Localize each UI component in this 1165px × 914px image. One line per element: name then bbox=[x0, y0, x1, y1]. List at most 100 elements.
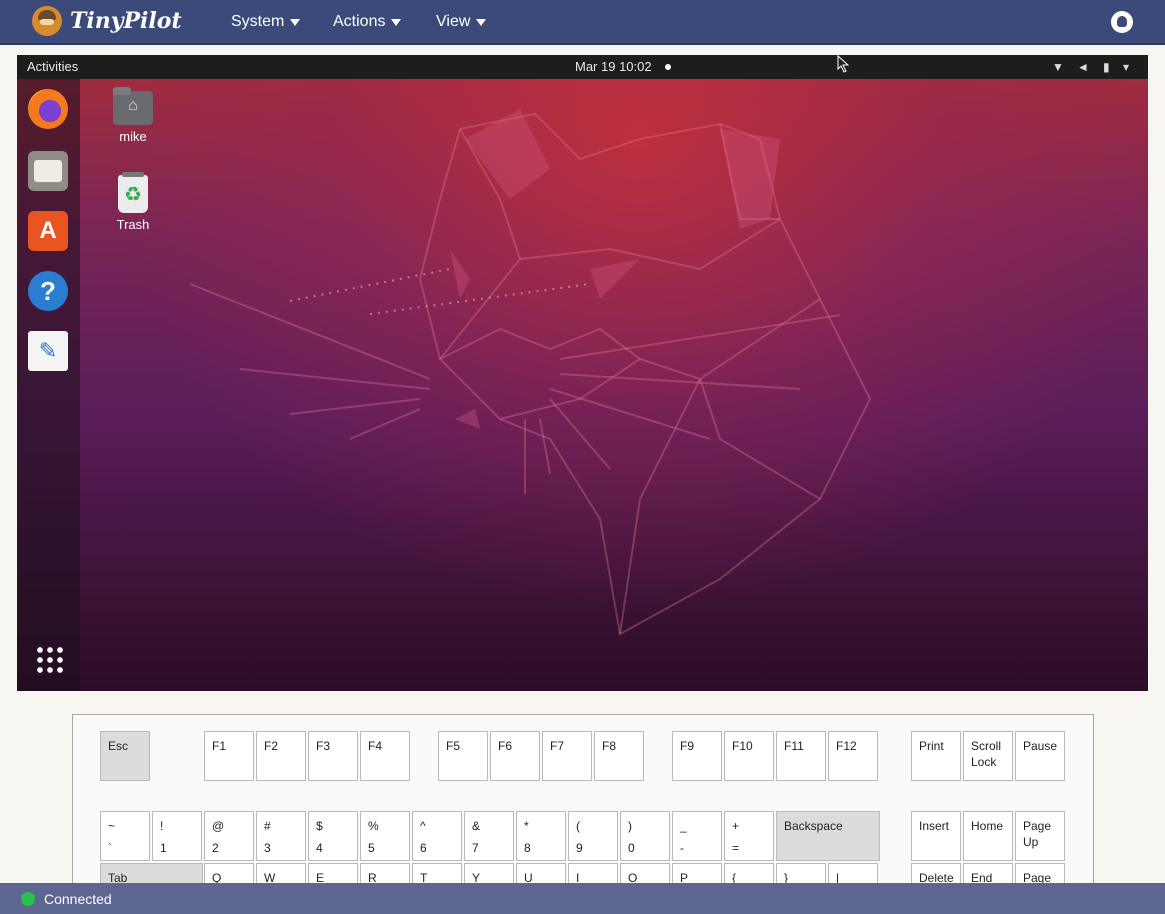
key-f5[interactable]: F5 bbox=[438, 731, 488, 781]
key-label-top: ^ bbox=[420, 819, 426, 833]
github-icon[interactable] bbox=[1111, 11, 1133, 33]
status-bar: Connected bbox=[0, 883, 1165, 914]
key-label-top: F7 bbox=[550, 739, 565, 753]
desktop-icon-label: mike bbox=[119, 129, 147, 144]
menu-view[interactable]: View bbox=[436, 13, 487, 31]
key-home[interactable]: Home bbox=[963, 811, 1013, 861]
key-4[interactable]: $4 bbox=[308, 811, 358, 861]
key-minus[interactable]: _ - bbox=[672, 811, 722, 861]
key-scroll-lock[interactable]: Scroll Lock bbox=[963, 731, 1013, 781]
key-f3[interactable]: F3 bbox=[308, 731, 358, 781]
key-print[interactable]: Print bbox=[911, 731, 961, 781]
key-f10[interactable]: F10 bbox=[724, 731, 774, 781]
key-label-top: Insert bbox=[919, 819, 950, 833]
caret-down-icon bbox=[476, 18, 487, 26]
wifi-icon[interactable]: ▼ bbox=[1052, 60, 1064, 74]
key-label-top: F2 bbox=[264, 739, 279, 753]
key-equals[interactable]: + = bbox=[724, 811, 774, 861]
key-label-top: F12 bbox=[836, 739, 857, 753]
key-8[interactable]: * 8 bbox=[516, 811, 566, 861]
key-0[interactable]: ) 0 bbox=[620, 811, 670, 861]
menu-system[interactable]: System bbox=[231, 13, 301, 31]
key-label-top: Scroll bbox=[971, 739, 1002, 753]
notification-dot-icon bbox=[665, 64, 671, 70]
key-pause[interactable]: Pause bbox=[1015, 731, 1065, 781]
key-label-top: Esc bbox=[108, 739, 129, 753]
activities-button[interactable]: Activities bbox=[27, 59, 78, 74]
top-navbar: TinyPilot System Actions View bbox=[0, 0, 1165, 45]
key-insert[interactable]: Insert bbox=[911, 811, 961, 861]
wallpaper-cat-art bbox=[189, 109, 872, 636]
key-page-up[interactable]: Page Up bbox=[1015, 811, 1065, 861]
key-label-top: F3 bbox=[316, 739, 331, 753]
key-label-top: + bbox=[732, 819, 740, 833]
key-label-bottom: 4 bbox=[316, 841, 323, 855]
key-label-bottom: 6 bbox=[420, 841, 427, 855]
key-f4[interactable]: F4 bbox=[360, 731, 410, 781]
key-label-top: _ bbox=[680, 819, 687, 833]
menu-actions[interactable]: Actions bbox=[333, 13, 402, 31]
key-f12[interactable]: F12 bbox=[828, 731, 878, 781]
key-3[interactable]: #3 bbox=[256, 811, 306, 861]
menu-view-label: View bbox=[436, 13, 471, 30]
connection-status-icon bbox=[21, 892, 35, 906]
key-9[interactable]: (9 bbox=[568, 811, 618, 861]
volume-icon[interactable]: ◄ bbox=[1077, 60, 1089, 74]
desktop-icon-home[interactable]: mike bbox=[98, 87, 168, 144]
key-5[interactable]: % 5 bbox=[360, 811, 410, 861]
software-icon[interactable]: A bbox=[28, 211, 68, 251]
clock-label[interactable]: Mar 19 10:02 bbox=[575, 59, 652, 74]
key-f6[interactable]: F6 bbox=[490, 731, 540, 781]
key-label-top: ! bbox=[160, 819, 164, 833]
app-name: TinyPilot bbox=[70, 8, 182, 34]
files-icon[interactable] bbox=[28, 151, 68, 191]
battery-icon[interactable]: ▮ bbox=[1103, 60, 1110, 74]
key-2[interactable]: @2 bbox=[204, 811, 254, 861]
key-label-top: % bbox=[368, 819, 379, 833]
key-label-bottom: 9 bbox=[576, 841, 583, 855]
key-6[interactable]: ^ 6 bbox=[412, 811, 462, 861]
key-label-bottom: Up bbox=[1023, 835, 1039, 849]
key-label-top: F11 bbox=[784, 739, 804, 753]
key-label-top: F1 bbox=[212, 739, 227, 753]
system-menu-icon[interactable]: ▾ bbox=[1123, 60, 1129, 74]
key-label-bottom: Lock bbox=[971, 755, 997, 769]
help-icon[interactable]: ? bbox=[28, 271, 68, 311]
key-esc[interactable]: Esc bbox=[100, 731, 150, 781]
ubuntu-dock: A ? ✎ bbox=[17, 79, 80, 691]
caret-down-icon bbox=[290, 18, 301, 26]
firefox-icon[interactable] bbox=[28, 89, 68, 129]
key-label-bottom: 8 bbox=[524, 841, 531, 855]
key-1[interactable]: ! 1 bbox=[152, 811, 202, 861]
key-label-bottom: - bbox=[680, 841, 684, 855]
key-label-top: # bbox=[264, 819, 271, 833]
text-editor-icon[interactable]: ✎ bbox=[28, 331, 68, 371]
key-f8[interactable]: F8 bbox=[594, 731, 644, 781]
key-label-top: Backspace bbox=[784, 819, 843, 833]
key-label-top: Pause bbox=[1023, 739, 1058, 753]
key-f2[interactable]: F2 bbox=[256, 731, 306, 781]
key-backtick[interactable]: ~ ` bbox=[100, 811, 150, 861]
key-label-bottom: 0 bbox=[628, 841, 635, 855]
key-label-bottom: 2 bbox=[212, 841, 219, 855]
key-f1[interactable]: F1 bbox=[204, 731, 254, 781]
menu-system-label: System bbox=[231, 13, 285, 30]
tinypilot-mascot-icon bbox=[32, 6, 62, 36]
key-label-bottom: 3 bbox=[264, 841, 271, 855]
key-label-top: F4 bbox=[368, 739, 383, 753]
key-label-top: Page bbox=[1023, 819, 1052, 833]
desktop-icon-trash[interactable]: ♻ Trash bbox=[98, 172, 168, 232]
key-f9[interactable]: F9 bbox=[672, 731, 722, 781]
key-label-bottom: ` bbox=[108, 841, 112, 855]
remote-screen[interactable]: Activities Mar 19 10:02 ▼ ◄ ▮ ▾ A ? ✎ mi… bbox=[17, 55, 1148, 691]
key-label-top: F10 bbox=[732, 739, 753, 753]
key-7[interactable]: & 7 bbox=[464, 811, 514, 861]
desktop-icon-label: Trash bbox=[116, 217, 150, 232]
connection-status-text: Connected bbox=[44, 891, 112, 907]
key-backspace[interactable]: Backspace bbox=[776, 811, 880, 861]
key-f7[interactable]: F7 bbox=[542, 731, 592, 781]
show-apps-icon[interactable] bbox=[35, 645, 63, 673]
key-f11[interactable]: F11 bbox=[776, 731, 826, 781]
key-label-top: $ bbox=[316, 819, 323, 833]
tinypilot-logo[interactable]: TinyPilot bbox=[32, 6, 182, 36]
